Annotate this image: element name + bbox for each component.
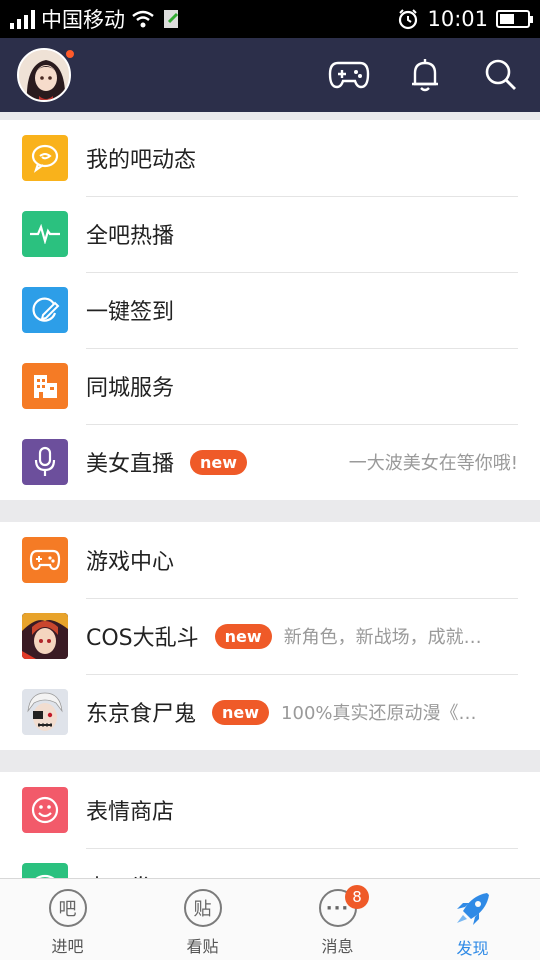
edit-circle-icon (22, 287, 68, 333)
cos-game-item[interactable]: COS大乱斗 new 新角色，新战场，成就… (0, 598, 540, 674)
microphone-icon (22, 439, 68, 485)
section-more: 表情商店 来一发 (0, 772, 540, 878)
discover-list: 我的吧动态 全吧热播 一键签到 同城服务 美女直播 new 一大波美女在等你哦!… (0, 112, 540, 878)
avatar-notification-dot (64, 48, 76, 60)
tab-messages[interactable]: ··· 8 消息 (270, 879, 405, 960)
beauty-live-label: 美女直播 (86, 452, 175, 477)
new-badge: new (214, 623, 272, 649)
emoji-store-label: 表情商店 (86, 800, 175, 825)
section-community: 我的吧动态 全吧热播 一键签到 同城服务 美女直播 new 一大波美女在等你哦! (0, 120, 540, 500)
local-service-item[interactable]: 同城服务 (0, 348, 540, 424)
smiley-icon (22, 787, 68, 833)
tokyo-ghoul-label: 东京食尸鬼 (86, 702, 197, 727)
emoji-store-item[interactable]: 表情商店 (0, 772, 540, 848)
chat-icon (22, 863, 68, 878)
tab-view-posts-label: 看贴 (186, 937, 219, 956)
carrier-name: 中国移动 (41, 8, 125, 32)
new-badge: new (212, 699, 270, 725)
bell-icon (412, 59, 438, 92)
tab-enter-bar-label: 进吧 (51, 937, 84, 956)
post-label: 来一发 (86, 870, 152, 878)
game-center-label: 游戏中心 (86, 550, 175, 575)
signal-icon (10, 9, 35, 29)
clock: 10:01 (427, 7, 488, 31)
tab-discover-label: 发现 (456, 939, 489, 958)
new-badge: new (190, 449, 248, 475)
local-service-label: 同城服务 (86, 376, 175, 401)
section-games: 游戏中心 COS大乱斗 new 新角色，新战场，成就… 东京食尸鬼 new 10… (0, 522, 540, 750)
tab-messages-label: 消息 (321, 937, 354, 956)
bottom-tab-bar: 吧 进吧 贴 看贴 ··· 8 消息 发现 (0, 878, 540, 960)
gamepad-icon (22, 537, 68, 583)
tokyo-ghoul-item[interactable]: 东京食尸鬼 new 100%真实还原动漫《… (0, 674, 540, 750)
post-icon: 贴 (183, 889, 222, 927)
message-count-badge: 8 (345, 885, 369, 909)
sign-in-item[interactable]: 一键签到 (0, 272, 540, 348)
top-header (0, 38, 540, 112)
game-controller-button[interactable] (327, 55, 371, 95)
game-center-item[interactable]: 游戏中心 (0, 522, 540, 598)
tokyo-ghoul-description: 100%真实还原动漫《… (281, 703, 477, 724)
user-avatar[interactable] (17, 48, 71, 102)
cos-game-label: COS大乱斗 (86, 626, 199, 651)
beauty-live-item[interactable]: 美女直播 new 一大波美女在等你哦! (0, 424, 540, 500)
hot-broadcast-label: 全吧热播 (86, 224, 175, 249)
search-button[interactable] (479, 55, 523, 95)
notification-button[interactable] (403, 55, 447, 95)
bar-icon: 吧 (48, 889, 87, 927)
sign-in-label: 一键签到 (86, 300, 175, 325)
cos-game-description: 新角色，新战场，成就… (283, 627, 482, 648)
buildings-icon (22, 363, 68, 409)
alarm-icon (399, 9, 418, 30)
hot-broadcast-item[interactable]: 全吧热播 (0, 196, 540, 272)
beauty-live-description: 一大波美女在等你哦! (348, 453, 518, 474)
cos-game-icon (22, 613, 68, 659)
chat-bubble-icon (22, 135, 68, 181)
wifi-icon (132, 10, 154, 28)
my-bar-feed-item[interactable]: 我的吧动态 (0, 120, 540, 196)
battery-icon (496, 10, 533, 28)
search-icon (485, 59, 516, 90)
sim-icon (164, 10, 179, 28)
tokyo-ghoul-icon (22, 689, 68, 735)
pulse-icon (22, 211, 68, 257)
tab-enter-bar[interactable]: 吧 进吧 (0, 879, 135, 960)
tab-view-posts[interactable]: 贴 看贴 (135, 879, 270, 960)
post-item[interactable]: 来一发 (0, 848, 540, 878)
my-bar-feed-label: 我的吧动态 (86, 148, 197, 173)
status-bar: 中国移动 10:01 (0, 0, 540, 38)
tab-discover[interactable]: 发现 (405, 879, 540, 960)
rocket-icon (456, 893, 489, 925)
game-controller-icon (328, 61, 370, 89)
